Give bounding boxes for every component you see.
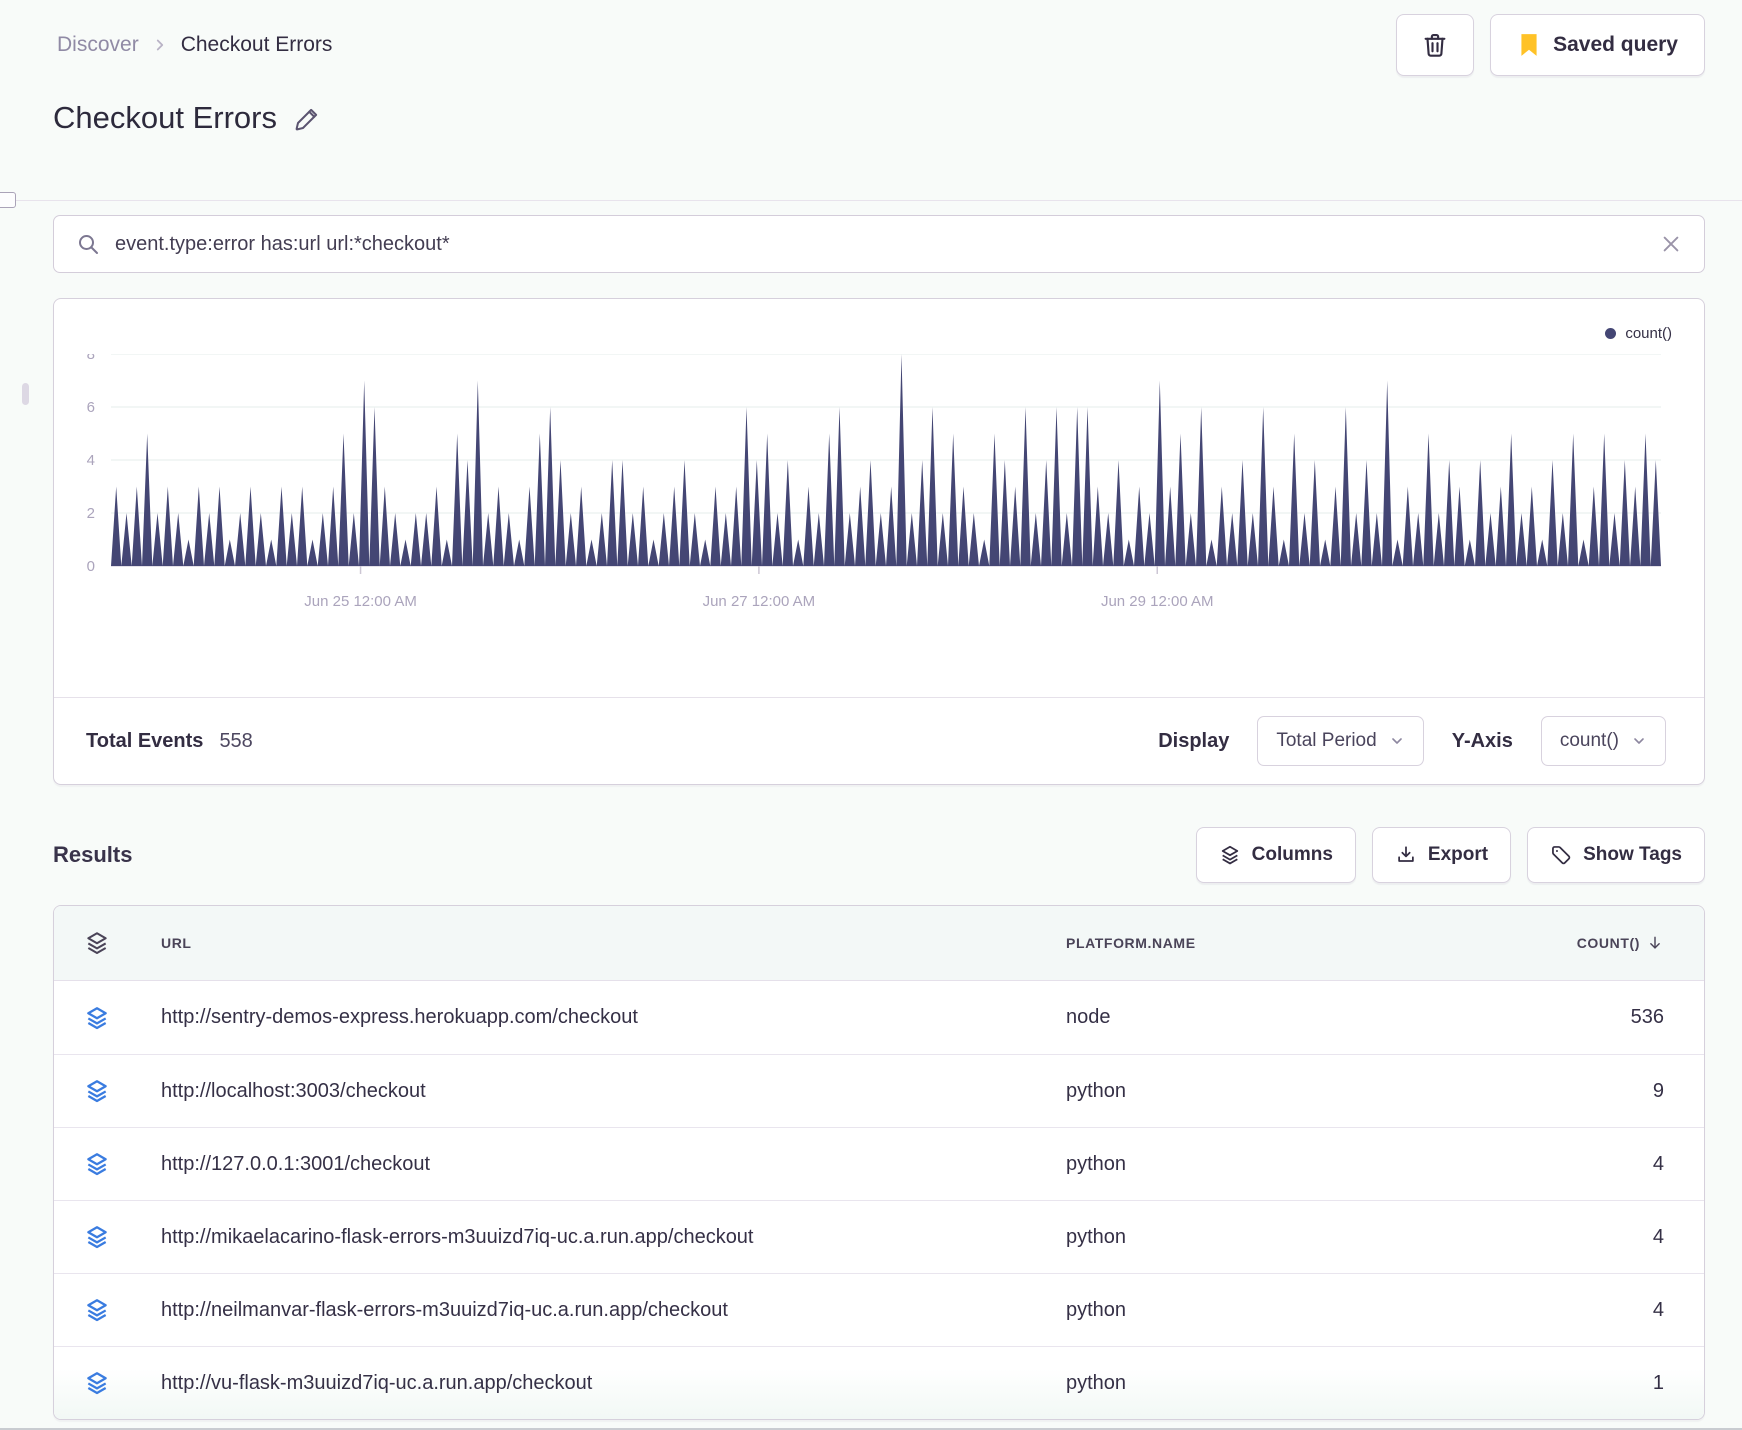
open-event-stack-icon[interactable] [54, 1297, 131, 1323]
row-url[interactable]: http://vu-flask-m3uuizd7iq-uc.a.run.app/… [131, 1372, 1036, 1395]
display-dropdown-value: Total Period [1276, 730, 1377, 751]
row-platform: python [1066, 1152, 1127, 1175]
export-button[interactable]: Export [1371, 827, 1512, 883]
table-row[interactable]: http://mikaelacarino-flask-errors-m3uuiz… [54, 1200, 1704, 1273]
columns-icon [1219, 844, 1241, 866]
columns-button-label: Columns [1251, 844, 1333, 865]
search-icon [76, 232, 100, 256]
saved-query-label: Saved query [1553, 33, 1678, 56]
search-bar[interactable]: event.type:error has:url url:*checkout* [53, 215, 1705, 273]
svg-text:8: 8 [87, 354, 95, 363]
legend-dot-icon [1605, 328, 1617, 339]
results-actions: Columns Export Show Tags [1195, 827, 1705, 883]
edit-title-pencil-icon[interactable] [293, 103, 323, 133]
row-platform: python [1066, 1225, 1127, 1248]
svg-text:0: 0 [87, 558, 95, 575]
scroll-pill [22, 383, 29, 405]
breadcrumb: Discover Checkout Errors [57, 33, 332, 57]
delete-query-button[interactable] [1396, 14, 1475, 76]
yaxis-dropdown-value: count() [1559, 730, 1619, 751]
svg-text:Jun 27 12:00 AM: Jun 27 12:00 AM [703, 593, 816, 610]
show-tags-button[interactable]: Show Tags [1527, 827, 1705, 883]
panel-collapse-handle[interactable] [0, 192, 16, 208]
column-header-count-label: COUNT() [1576, 935, 1640, 951]
yaxis-dropdown[interactable]: count() [1540, 716, 1666, 766]
open-event-stack-icon[interactable] [54, 1005, 131, 1031]
open-event-stack-icon[interactable] [54, 1151, 131, 1177]
chart-legend-count[interactable]: count() [1605, 325, 1672, 342]
svg-text:Jun 29 12:00 AM: Jun 29 12:00 AM [1101, 593, 1214, 610]
total-events-value: 558 [219, 729, 253, 752]
events-area-chart: 0 2 4 6 8 Jun 25 12:00 AM Jun 27 12:00 AM Jun 2… [54, 346, 1706, 621]
title-row: Checkout Errors [53, 100, 323, 136]
row-platform: python [1066, 1298, 1127, 1321]
column-header-count[interactable]: COUNT() [1446, 934, 1704, 952]
row-count: 1 [1652, 1371, 1664, 1394]
column-header-url[interactable]: URL [131, 935, 1036, 951]
yaxis-label: Y-Axis [1451, 729, 1513, 752]
open-event-stack-icon[interactable] [54, 1224, 131, 1250]
page-title: Checkout Errors [53, 100, 277, 135]
show-tags-button-label: Show Tags [1583, 844, 1682, 865]
chevron-right-icon [151, 36, 169, 54]
chevron-down-icon [1631, 733, 1647, 749]
bookmark-icon [1517, 32, 1541, 58]
tag-icon [1550, 844, 1572, 866]
svg-text:6: 6 [87, 399, 95, 416]
chart-footer-controls: Display Total Period Y-Axis count() [1158, 716, 1666, 766]
discover-page: Discover Checkout Errors Saved query Che… [0, 0, 1742, 1430]
row-url[interactable]: http://sentry-demos-express.herokuapp.co… [131, 1006, 1036, 1029]
chart-footer: Total Events 558 Display Total Period Y-… [54, 697, 1704, 784]
table-row[interactable]: http://127.0.0.1:3001/checkout python 4 [54, 1127, 1704, 1200]
table-row[interactable]: http://neilmanvar-flask-errors-m3uuizd7i… [54, 1273, 1704, 1346]
svg-text:4: 4 [87, 452, 95, 469]
row-platform: node [1066, 1006, 1111, 1028]
row-url[interactable]: http://localhost:3003/checkout [131, 1080, 1036, 1103]
row-url[interactable]: http://127.0.0.1:3001/checkout [131, 1153, 1036, 1176]
open-event-stack-icon[interactable] [54, 1078, 131, 1104]
row-count: 4 [1652, 1225, 1664, 1248]
table-row[interactable]: http://sentry-demos-express.herokuapp.co… [54, 981, 1704, 1054]
events-chart-card: count() 0 2 4 6 8 Jun 25 12:00 AM Jun 27 12:00… [53, 298, 1705, 785]
row-count: 4 [1652, 1298, 1664, 1321]
row-count: 536 [1630, 1006, 1664, 1028]
row-url[interactable]: http://mikaelacarino-flask-errors-m3uuiz… [131, 1226, 1036, 1249]
row-count: 9 [1652, 1079, 1664, 1102]
table-body: http://sentry-demos-express.herokuapp.co… [54, 981, 1704, 1419]
topbar-actions: Saved query [1396, 14, 1705, 76]
export-icon [1395, 844, 1417, 866]
svg-text:2: 2 [87, 505, 95, 522]
results-heading: Results [53, 842, 133, 867]
display-label: Display [1158, 729, 1230, 752]
open-event-stack-icon[interactable] [54, 1370, 131, 1396]
trash-icon [1420, 30, 1450, 60]
sort-desc-arrow-icon [1646, 934, 1664, 952]
header-divider [0, 192, 1742, 208]
row-url[interactable]: http://neilmanvar-flask-errors-m3uuizd7i… [131, 1299, 1036, 1322]
display-dropdown[interactable]: Total Period [1257, 716, 1424, 766]
row-platform: python [1066, 1079, 1127, 1102]
breadcrumb-current: Checkout Errors [180, 33, 333, 56]
breadcrumb-discover-link[interactable]: Discover [57, 33, 139, 57]
total-events-label: Total Events [86, 729, 204, 752]
clear-search-icon[interactable] [1660, 233, 1682, 255]
export-button-label: Export [1427, 844, 1489, 865]
saved-query-button[interactable]: Saved query [1490, 14, 1705, 76]
chevron-down-icon [1389, 733, 1405, 749]
table-header-stack-icon [54, 930, 131, 956]
topbar: Discover Checkout Errors Saved query [57, 14, 1705, 76]
results-table: URL PLATFORM.NAME COUNT() http://sentry-… [53, 905, 1705, 1420]
columns-button[interactable]: Columns [1195, 827, 1356, 883]
table-row[interactable]: http://vu-flask-m3uuizd7iq-uc.a.run.app/… [54, 1346, 1704, 1419]
search-query-text: event.type:error has:url url:*checkout* [115, 232, 450, 255]
row-count: 4 [1652, 1152, 1664, 1175]
row-platform: python [1066, 1371, 1127, 1394]
legend-label: count() [1625, 325, 1672, 342]
svg-text:Jun 25 12:00 AM: Jun 25 12:00 AM [304, 593, 417, 610]
table-header-row: URL PLATFORM.NAME COUNT() [54, 906, 1704, 981]
results-header: Results Columns Export Show Tags [53, 826, 1705, 884]
column-header-platform[interactable]: PLATFORM.NAME [1036, 935, 1446, 951]
table-row[interactable]: http://localhost:3003/checkout python 9 [54, 1054, 1704, 1127]
